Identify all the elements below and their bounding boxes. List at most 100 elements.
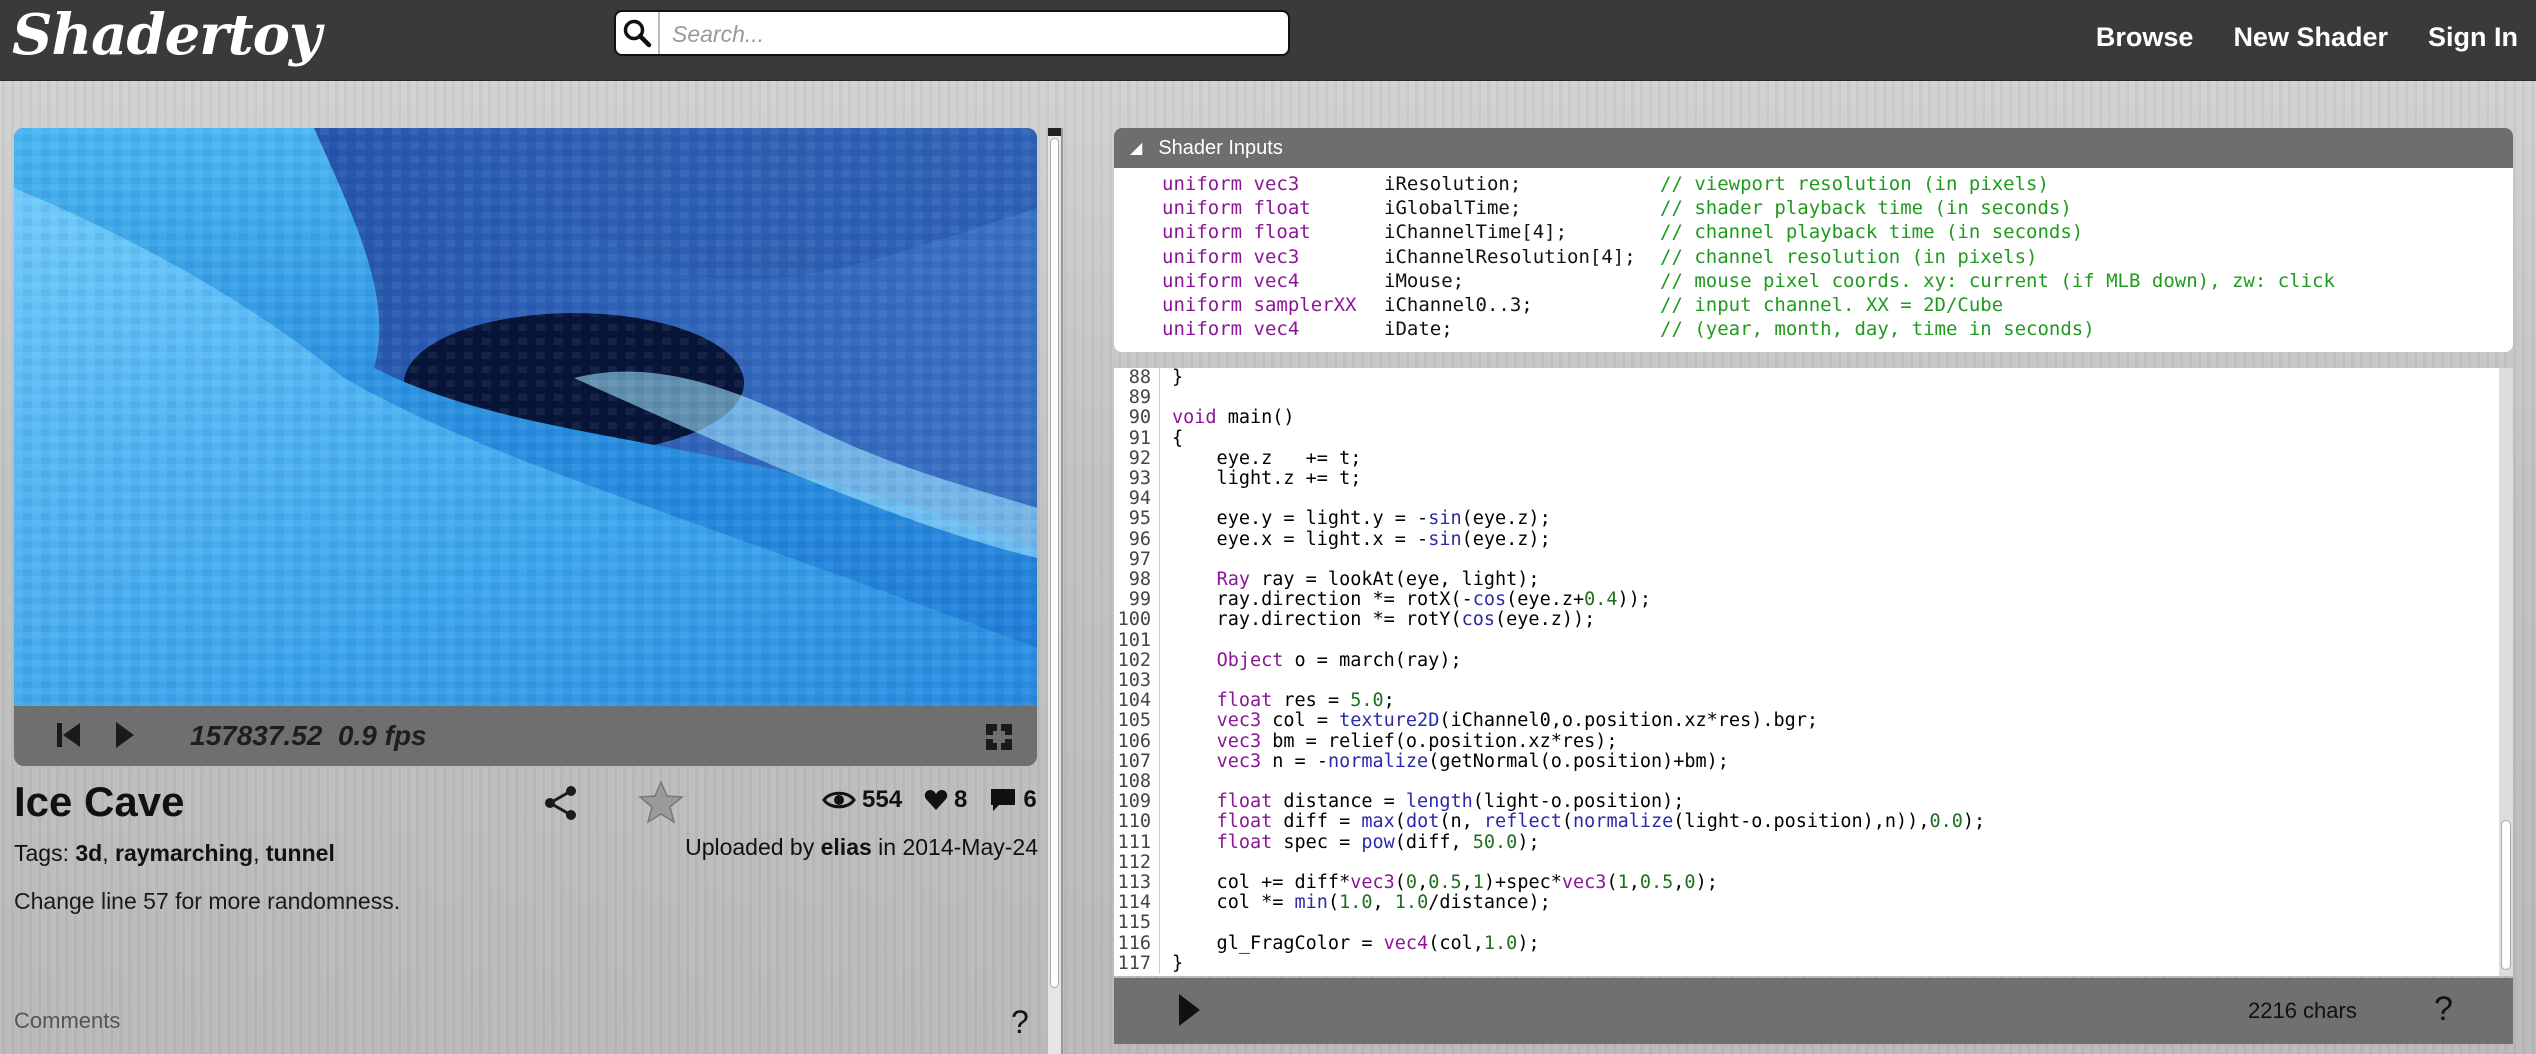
likes-stat: 8 [924,786,967,814]
nav-browse[interactable]: Browse [2096,22,2194,53]
code-text[interactable]: Ray ray = lookAt(eye, light); [1172,569,1540,590]
code-line[interactable]: 101 [1114,630,1985,651]
code-line[interactable]: 105 vec3 col = texture2D(iChannel0,o.pos… [1114,711,1985,732]
code-text[interactable]: eye.z += t; [1172,448,1362,469]
code-text[interactable]: float distance = length(light-o.position… [1172,792,1685,812]
search-button[interactable] [616,12,660,54]
line-number: 112 [1114,852,1160,874]
code-line[interactable]: 106 vec3 bm = relief(o.position.xz*res); [1114,731,1985,752]
editor-toolbar: 2216 chars ? [1114,978,2513,1044]
shader-viewport[interactable] [14,128,1037,706]
code-line[interactable]: 90 void main() [1114,408,1985,429]
shader-inputs-header[interactable]: ◢ Shader Inputs [1114,128,2513,168]
uniform-type: uniform samplerXX [1162,294,1357,317]
line-number: 91 [1114,428,1160,449]
code-line[interactable]: 99 ray.direction *= rotX(-cos(eye.z+0.4)… [1114,590,1985,611]
code-line[interactable]: 93 light.z += t; [1114,468,1985,490]
code-line[interactable]: 113 col += diff*vec3(0,0.5,1)+spec*vec3(… [1114,872,1985,894]
code-text[interactable]: gl_FragColor = vec4(col,1.0); [1172,933,1540,954]
line-number: 108 [1114,771,1160,793]
shader-stats: 554 8 6 [822,786,1037,814]
code-line[interactable]: 117} [1114,953,1985,975]
line-number: 110 [1114,812,1160,833]
code-lines[interactable]: 88} 89 90 void main() 91{92 eye.z += t; 93 li… [1114,368,1986,975]
code-line[interactable]: 111 float spec = pow(diff, 50.0); [1114,832,1985,853]
code-text[interactable]: light.z += t; [1172,468,1362,489]
code-text[interactable]: float res = 5.0; [1172,691,1395,711]
code-line[interactable]: 97 [1114,549,1985,571]
line-number: 105 [1114,711,1160,732]
tag-tunnel[interactable]: tunnel [266,840,335,866]
compile-play-icon[interactable] [1176,992,1202,1028]
code-line[interactable]: 95 eye.y = light.y = -sin(eye.z); [1114,509,1985,530]
code-line[interactable]: 104 float res = 5.0; [1114,691,1985,712]
uniform-comment: // viewport resolution (in pixels) [1660,173,2049,195]
code-line[interactable]: 110 float diff = max(dot(n, reflect(norm… [1114,812,1986,833]
shadertoy-logo[interactable]: Shadertoy [12,2,321,68]
code-line[interactable]: 116 gl_FragColor = vec4(col,1.0); [1114,933,1985,954]
code-text[interactable]: vec3 n = -normalize(getNormal(o.position… [1172,751,1729,772]
code-line[interactable]: 103 [1114,670,1985,692]
code-line[interactable]: 114 col *= min(1.0, 1.0/distance); [1114,893,1985,914]
author-link[interactable]: elias [821,834,872,860]
upload-info: Uploaded by elias in 2014-May-24 [685,834,1038,861]
code-line[interactable]: 91 { [1114,428,1985,449]
code-line[interactable]: 94 [1114,489,1985,510]
search-input[interactable] [670,18,1274,50]
code-line[interactable]: 109 float distance = length(light-o.posi… [1114,792,1985,813]
code-scrollbar-thumb[interactable] [2501,820,2511,970]
left-scrollbar-thumb[interactable] [1050,138,1059,988]
code-line[interactable]: 115 [1114,913,1985,934]
uniform-comment: // channel playback time (in seconds) [1660,221,2084,244]
line-number: 89 [1114,388,1160,409]
code-text[interactable]: col *= min(1.0, 1.0/distance); [1172,893,1551,913]
shader-input-row: uniform vec3 iChannelResolution[4]; // cha… [1162,245,2513,269]
shader-inputs-panel: ◢ Shader Inputs uniform vec3 iResolution;… [1114,128,2513,352]
code-line[interactable]: 100 ray.direction *= rotY(cos(eye.z)); [1114,610,1985,631]
tag-raymarching[interactable]: raymarching [115,840,253,866]
code-editor[interactable]: 88} 89 90 void main() 91{92 eye.z += t; 93 li… [1114,368,2513,976]
code-line[interactable]: 102 Object o = march(ray); [1114,650,1985,672]
line-number: 88 [1114,368,1160,389]
code-line[interactable]: 98 Ray ray = lookAt(eye, light); [1114,569,1985,591]
tag-3d[interactable]: 3d [75,840,102,866]
shader-input-row: uniform float iChannelTime[4]; // channel … [1162,220,2513,244]
code-text[interactable]: Object o = march(ray); [1172,650,1462,671]
share-icon[interactable] [542,784,580,822]
rewind-icon[interactable] [54,720,84,750]
code-text[interactable]: ray.direction *= rotY(cos(eye.z)); [1172,610,1596,630]
code-line[interactable]: 107 vec3 n = -normalize(getNormal(o.posi… [1114,751,1985,773]
uniform-name: iChannelTime[4]; [1384,221,1568,244]
nav-sign-in[interactable]: Sign In [2428,22,2518,53]
code-text[interactable]: eye.x = light.x = -sin(eye.z); [1172,529,1551,550]
collapse-triangle-icon[interactable]: ◢ [1130,138,1142,158]
star-icon[interactable] [638,780,684,824]
code-text[interactable]: } [1172,953,1183,974]
code-line[interactable]: 112 [1114,852,1985,874]
play-icon[interactable] [112,720,138,750]
code-text[interactable]: } [1172,368,1183,388]
left-scrollbar[interactable] [1047,128,1062,1054]
code-text[interactable]: vec3 col = texture2D(iChannel0,o.positio… [1172,711,1818,731]
code-line[interactable]: 89 [1114,388,1985,409]
code-text[interactable]: void main() [1172,408,1295,428]
code-text[interactable]: ray.direction *= rotX(-cos(eye.z+0.4)); [1172,590,1651,610]
nav-new-shader[interactable]: New Shader [2233,22,2388,53]
code-line[interactable]: 108 [1114,771,1985,793]
code-text[interactable]: { [1172,428,1183,449]
code-text[interactable]: col += diff*vec3(0,0.5,1)+spec*vec3(1,0.… [1172,872,1718,893]
code-text[interactable]: float diff = max(dot(n, reflect(normaliz… [1172,812,1986,832]
code-text[interactable]: vec3 bm = relief(o.position.xz*res); [1172,731,1618,752]
code-line[interactable]: 96 eye.x = light.x = -sin(eye.z); [1114,529,1985,550]
comments-stat: 6 [989,786,1037,814]
code-text[interactable]: float spec = pow(diff, 50.0); [1172,832,1540,853]
code-line[interactable]: 88} [1114,368,1985,389]
code-scrollbar[interactable] [2499,368,2513,976]
column-divider[interactable] [1061,128,1063,1054]
fullscreen-icon[interactable] [984,722,1014,752]
code-line[interactable]: 92 eye.z += t; [1114,448,1985,470]
comments-help-button[interactable]: ? [1011,1004,1029,1041]
uniform-type: uniform float [1162,197,1311,220]
code-text[interactable]: eye.y = light.y = -sin(eye.z); [1172,509,1551,529]
editor-help-button[interactable]: ? [2434,990,2453,1029]
